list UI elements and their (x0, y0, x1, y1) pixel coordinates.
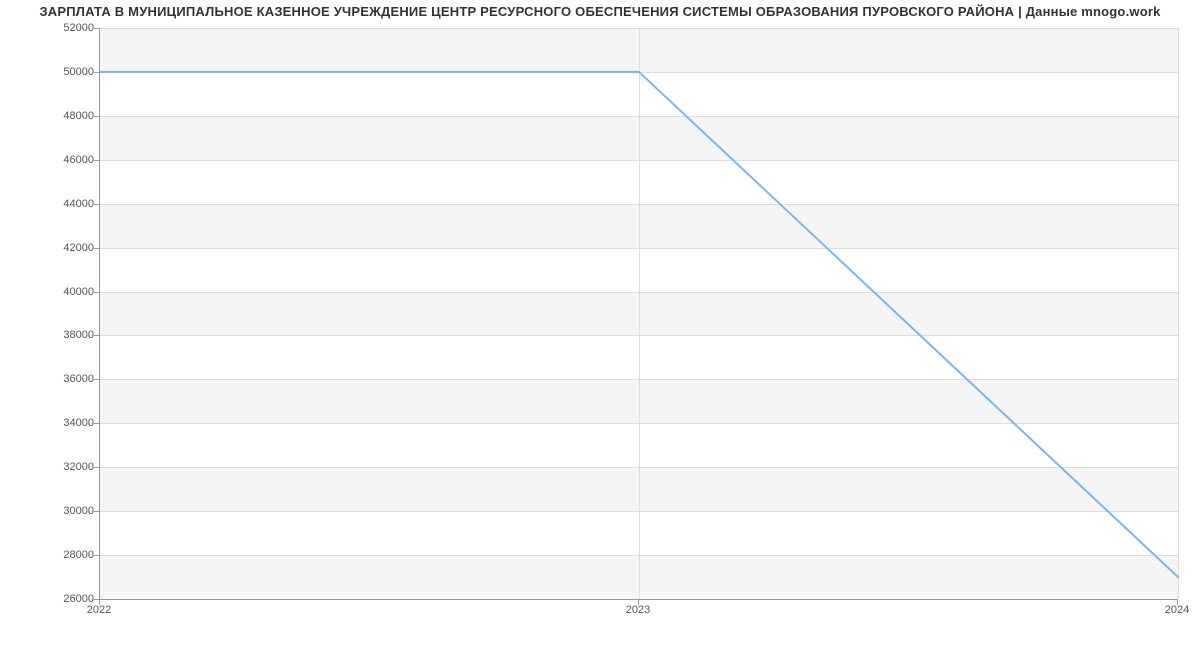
y-tick-mark (94, 511, 99, 512)
y-tick-mark (94, 204, 99, 205)
x-tick-label: 2022 (87, 604, 111, 616)
chart-container: ЗАРПЛАТА В МУНИЦИПАЛЬНОЕ КАЗЕННОЕ УЧРЕЖД… (0, 0, 1200, 650)
y-tick-label: 50000 (44, 66, 94, 78)
chart-title: ЗАРПЛАТА В МУНИЦИПАЛЬНОЕ КАЗЕННОЕ УЧРЕЖД… (0, 4, 1200, 19)
series-line (100, 72, 1178, 577)
x-tick-mark (99, 599, 100, 605)
y-tick-mark (94, 467, 99, 468)
series-svg (100, 28, 1178, 599)
y-tick-label: 36000 (44, 373, 94, 385)
y-tick-label: 44000 (44, 198, 94, 210)
y-tick-label: 30000 (44, 505, 94, 517)
x-tick-label: 2024 (1165, 604, 1189, 616)
y-tick-mark (94, 555, 99, 556)
y-tick-mark (94, 160, 99, 161)
y-tick-label: 42000 (44, 242, 94, 254)
x-tick-mark (1177, 599, 1178, 605)
y-tick-label: 34000 (44, 417, 94, 429)
y-tick-mark (94, 72, 99, 73)
y-tick-mark (94, 116, 99, 117)
y-tick-label: 48000 (44, 110, 94, 122)
y-tick-mark (94, 379, 99, 380)
x-gridline (1178, 28, 1179, 599)
y-tick-label: 28000 (44, 549, 94, 561)
y-tick-label: 46000 (44, 154, 94, 166)
y-tick-mark (94, 292, 99, 293)
plot-area[interactable] (99, 28, 1178, 600)
y-tick-mark (94, 248, 99, 249)
y-tick-mark (94, 335, 99, 336)
y-tick-mark (94, 28, 99, 29)
y-tick-mark (94, 423, 99, 424)
x-tick-label: 2023 (626, 604, 650, 616)
x-tick-mark (638, 599, 639, 605)
y-tick-label: 52000 (44, 22, 94, 34)
y-tick-label: 40000 (44, 286, 94, 298)
y-tick-label: 32000 (44, 461, 94, 473)
y-tick-label: 38000 (44, 329, 94, 341)
